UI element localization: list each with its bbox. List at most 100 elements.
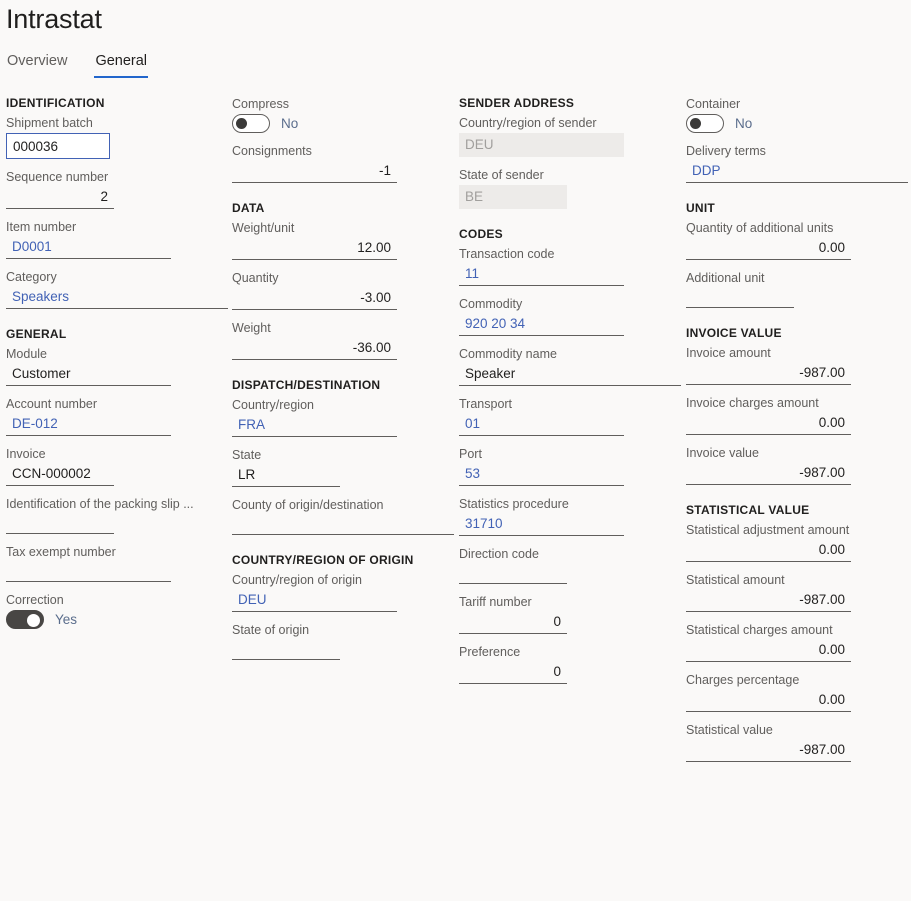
field-label: Identification of the packing slip ... — [6, 496, 232, 512]
page-title: Intrastat — [6, 4, 102, 35]
input-shipment-batch[interactable] — [6, 133, 110, 159]
section-heading-identification: IDENTIFICATION — [6, 96, 232, 110]
value-weight-unit[interactable]: 12.00 — [232, 238, 397, 260]
value-commodity-name[interactable]: Speaker — [459, 364, 681, 386]
field-county-of-origin-destination: County of origin/destination — [232, 497, 459, 535]
field-label: Commodity — [459, 296, 686, 312]
value-identification-of-the-packing-slip[interactable] — [6, 514, 114, 534]
value-transport[interactable]: 01 — [459, 414, 624, 436]
field-label: County of origin/destination — [232, 497, 459, 513]
field-label: Delivery terms — [686, 143, 911, 159]
field-label: Tariff number — [459, 594, 686, 610]
field-statistical-value: Statistical value-987.00 — [686, 722, 911, 762]
value-sequence-number[interactable]: 2 — [6, 187, 114, 209]
value-consignments[interactable]: -1 — [232, 161, 397, 183]
value-charges-percentage[interactable]: 0.00 — [686, 690, 851, 712]
field-transaction-code: Transaction code 11 — [459, 246, 686, 286]
field-commodity: Commodity 920 20 34 — [459, 296, 686, 336]
field-label: Statistical charges amount — [686, 622, 911, 638]
value-commodity[interactable]: 920 20 34 — [459, 314, 624, 336]
field-statistical-adjustment-amount: Statistical adjustment amount0.00 — [686, 522, 911, 562]
field-label: Sequence number — [6, 169, 232, 185]
value-port[interactable]: 53 — [459, 464, 624, 486]
field-country-region-of-origin: Country/region of origin DEU — [232, 572, 459, 612]
field-statistics-procedure: Statistics procedure 31710 — [459, 496, 686, 536]
toggle-correction[interactable] — [6, 610, 44, 629]
value-tariff-number[interactable]: 0 — [459, 612, 567, 634]
value-direction-code[interactable] — [459, 564, 567, 584]
value-statistical-charges-amount[interactable]: 0.00 — [686, 640, 851, 662]
value-quantity-of-additional-units[interactable]: 0.00 — [686, 238, 851, 260]
field-label: Country/region of origin — [232, 572, 459, 588]
value-state[interactable]: LR — [232, 465, 340, 487]
toggle-row: No — [232, 114, 459, 133]
value-preference[interactable]: 0 — [459, 662, 567, 684]
field-module: Module Customer — [6, 346, 232, 386]
field-label: Statistics procedure — [459, 496, 686, 512]
field-label: State of origin — [232, 622, 459, 638]
value-statistical-value[interactable]: -987.00 — [686, 740, 851, 762]
value-statistical-adjustment-amount[interactable]: 0.00 — [686, 540, 851, 562]
value-account-number[interactable]: DE-012 — [6, 414, 171, 436]
section-heading-unit: UNIT — [686, 201, 911, 215]
value-module[interactable]: Customer — [6, 364, 171, 386]
column-identification: IDENTIFICATION Shipment batch Sequence num… — [6, 96, 232, 639]
field-label: Transaction code — [459, 246, 686, 262]
value-invoice-amount[interactable]: -987.00 — [686, 363, 851, 385]
field-label: Invoice value — [686, 445, 911, 461]
column-codes: SENDER ADDRESSCountry/region of senderDE… — [459, 96, 686, 694]
column-values: Container No Delivery terms DDP UNIT Quantity… — [686, 96, 911, 772]
value-statistical-amount[interactable]: -987.00 — [686, 590, 851, 612]
section-heading-invoice-value: INVOICE VALUE — [686, 326, 911, 340]
field-label: Compress — [232, 96, 459, 112]
field-commodity-name: Commodity nameSpeaker — [459, 346, 686, 386]
value-invoice[interactable]: CCN-000002 — [6, 464, 114, 486]
value-statistics-procedure[interactable]: 31710 — [459, 514, 624, 536]
field-tariff-number: Tariff number 0 — [459, 594, 686, 634]
tab-overview[interactable]: Overview — [6, 53, 68, 78]
field-label: Transport — [459, 396, 686, 412]
value-country-region[interactable]: FRA — [232, 415, 397, 437]
section-heading-country-region-of-origin: COUNTRY/REGION OF ORIGIN — [232, 553, 459, 567]
section-heading-general: GENERAL — [6, 327, 232, 341]
field-invoice-amount: Invoice amount-987.00 — [686, 345, 911, 385]
field-label: Shipment batch — [6, 115, 232, 131]
column-data: CompressNoConsignments-1DATAWeight/unit1… — [232, 96, 459, 670]
field-preference: Preference 0 — [459, 644, 686, 684]
field-label: Container — [686, 96, 911, 112]
value-quantity[interactable]: -3.00 — [232, 288, 397, 310]
field-label: Additional unit — [686, 270, 911, 286]
field-invoice: InvoiceCCN-000002 — [6, 446, 232, 486]
field-invoice-value: Invoice value -987.00 — [686, 445, 911, 485]
field-label: Weight/unit — [232, 220, 459, 236]
value-invoice-charges-amount[interactable]: 0.00 — [686, 413, 851, 435]
value-transaction-code[interactable]: 11 — [459, 264, 624, 286]
value-delivery-terms[interactable]: DDP — [686, 161, 908, 183]
toggle-container[interactable] — [686, 114, 724, 133]
value-item-number[interactable]: D0001 — [6, 237, 171, 259]
field-item-number: Item numberD0001 — [6, 219, 232, 259]
tab-general[interactable]: General — [94, 53, 148, 78]
field-label: Module — [6, 346, 232, 362]
field-label: Quantity of additional units — [686, 220, 911, 236]
value-invoice-value[interactable]: -987.00 — [686, 463, 851, 485]
field-label: Charges percentage — [686, 672, 911, 688]
field-state-of-sender: State of senderBE — [459, 167, 686, 209]
field-label: Port — [459, 446, 686, 462]
toggle-row: No — [686, 114, 911, 133]
toggle-compress[interactable] — [232, 114, 270, 133]
field-label: Direction code — [459, 546, 686, 562]
value-state-of-origin[interactable] — [232, 640, 340, 660]
value-county-of-origin-destination[interactable] — [232, 515, 454, 535]
value-category[interactable]: Speakers — [6, 287, 228, 309]
value-additional-unit[interactable] — [686, 288, 794, 308]
value-weight[interactable]: -36.00 — [232, 338, 397, 360]
field-label: Preference — [459, 644, 686, 660]
value-tax-exempt-number[interactable] — [6, 562, 171, 582]
section-heading-sender-address: SENDER ADDRESS — [459, 96, 686, 110]
field-tax-exempt-number: Tax exempt number — [6, 544, 232, 582]
field-charges-percentage: Charges percentage 0.00 — [686, 672, 911, 712]
value-country-region-of-origin[interactable]: DEU — [232, 590, 397, 612]
field-quantity: Quantity-3.00 — [232, 270, 459, 310]
field-sequence-number: Sequence number 2 — [6, 169, 232, 209]
